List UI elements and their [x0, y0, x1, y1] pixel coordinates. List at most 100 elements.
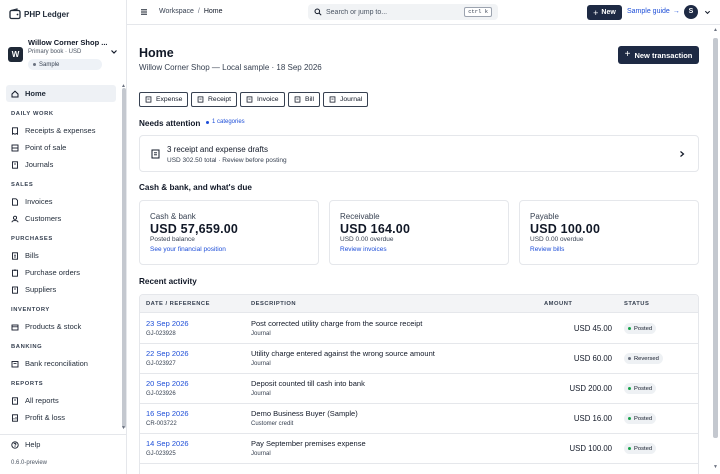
- search-bar[interactable]: ctrl k: [308, 4, 498, 20]
- search-input[interactable]: [326, 6, 456, 18]
- review-bills-link[interactable]: Review bills: [530, 246, 564, 253]
- main-scrollbar[interactable]: [713, 38, 718, 438]
- breadcrumb: Workspace / Home: [159, 8, 223, 15]
- row-amount: USD 16.00: [573, 414, 612, 423]
- sidebar-item-bills[interactable]: Bills: [6, 247, 116, 264]
- breadcrumb-current: Home: [203, 8, 223, 15]
- row-reference: GJ-023927: [146, 361, 176, 367]
- sidebar-item-invoices[interactable]: Invoices: [6, 193, 116, 210]
- sidebar-item-journals[interactable]: Journals: [6, 156, 116, 173]
- status-label: Posted: [634, 325, 653, 332]
- quick-receipt-button[interactable]: Receipt: [191, 92, 238, 107]
- receipt-icon: [197, 96, 204, 103]
- quick-bill-button[interactable]: Bill: [288, 92, 321, 107]
- sidebar-item-products[interactable]: Products & stock: [6, 318, 116, 335]
- receivable-card: Receivable USD 164.00 USD 0.00 overdue R…: [329, 200, 509, 265]
- page-subtitle: Willow Corner Shop — Local sample · 18 S…: [139, 63, 322, 72]
- scroll-down-icon[interactable]: ▼: [121, 425, 126, 431]
- column-header-amount: AMOUNT: [544, 301, 573, 307]
- avatar[interactable]: S: [684, 5, 698, 19]
- brand[interactable]: PHP Ledger: [9, 8, 69, 20]
- page-title: Home: [139, 46, 174, 60]
- menu-icon[interactable]: [140, 8, 148, 16]
- status-dot-icon: [628, 447, 631, 450]
- company-initial: W: [8, 47, 23, 62]
- sidebar-item-purchase-orders[interactable]: Purchase orders: [6, 264, 116, 281]
- badge-dot-icon: [206, 120, 209, 124]
- status-badge: Posted: [624, 323, 657, 334]
- stat-label: Payable: [530, 212, 559, 221]
- sidebar-item-customers[interactable]: Customers: [6, 210, 116, 227]
- help-link[interactable]: Help: [11, 440, 40, 449]
- sidebar-item-bank-reconciliation[interactable]: Bank reconciliation: [6, 355, 116, 372]
- cash-bank-card: Cash & bank USD 57,659.00 Posted balance…: [139, 200, 319, 265]
- chart-icon: [12, 413, 18, 422]
- sidebar-item-home[interactable]: Home: [6, 85, 116, 102]
- company-meta: Primary book · USD: [28, 49, 82, 55]
- sample-guide-label: Sample guide: [627, 8, 670, 15]
- chevron-down-icon[interactable]: [704, 9, 711, 16]
- quick-expense-button[interactable]: Expense: [139, 92, 189, 107]
- sidebar-item-suppliers[interactable]: Suppliers: [6, 281, 116, 298]
- stat-value: USD 100.00: [530, 222, 601, 236]
- receipt-icon: [145, 96, 152, 103]
- row-date-link[interactable]: 23 Sep 2026: [146, 319, 189, 328]
- sidebar-item-all-reports[interactable]: All reports: [6, 392, 116, 409]
- stat-label: Receivable: [340, 212, 380, 221]
- sidebar-item-label: Invoices: [25, 197, 53, 206]
- sidebar-item-profit-loss[interactable]: Profit & loss: [6, 409, 116, 426]
- column-header-date: DATE / REFERENCE: [146, 301, 210, 307]
- invoice-icon: [246, 96, 253, 103]
- scroll-down-icon[interactable]: ▼: [713, 464, 718, 470]
- row-amount: USD 60.00: [573, 354, 612, 363]
- nav-section-reports: REPORTS: [11, 381, 44, 387]
- quick-journal-button[interactable]: Journal: [323, 92, 369, 107]
- status-dot-icon: [628, 327, 631, 330]
- wallet-logo-icon: [9, 8, 21, 20]
- scroll-up-icon[interactable]: ▲: [713, 27, 718, 33]
- row-reference: GJ-023926: [146, 391, 176, 397]
- row-type: Journal: [251, 361, 271, 367]
- row-date-link[interactable]: 22 Sep 2026: [146, 349, 189, 358]
- sidebar-item-label: Customers: [25, 214, 62, 223]
- sidebar-scrollbar[interactable]: [122, 88, 126, 428]
- row-reference: CR-003722: [146, 421, 177, 427]
- attention-card-title: 3 receipt and expense drafts: [167, 145, 268, 154]
- attention-count-label: 1 categories: [212, 119, 245, 125]
- table-row[interactable]: 23 Sep 2026 GJ-023928 Post corrected uti…: [140, 314, 698, 344]
- row-date-link[interactable]: 14 Sep 2026: [146, 439, 189, 448]
- review-invoices-link[interactable]: Review invoices: [340, 246, 387, 253]
- new-button[interactable]: + New: [587, 5, 622, 20]
- users-icon: [11, 215, 19, 222]
- sidebar-item-pos[interactable]: Point of sale: [6, 139, 116, 156]
- row-amount: USD 100.00: [569, 444, 612, 453]
- sidebar-item-label: Home: [25, 89, 46, 98]
- table-row[interactable]: 20 Sep 2026 GJ-023926 Deposit counted ti…: [140, 374, 698, 404]
- table-row[interactable]: 14 Sep 2026 GJ-023925 Pay September prem…: [140, 434, 698, 464]
- new-transaction-button[interactable]: + New transaction: [618, 46, 699, 64]
- quick-invoice-label: Invoice: [257, 96, 279, 103]
- stat-note: USD 0.00 overdue: [340, 236, 394, 243]
- sidebar-item-receipts[interactable]: Receipts & expenses: [6, 122, 116, 139]
- attention-card[interactable]: 3 receipt and expense drafts USD 302.50 …: [139, 135, 699, 172]
- sample-guide-link[interactable]: Sample guide →: [627, 8, 680, 15]
- quick-invoice-button[interactable]: Invoice: [240, 92, 285, 107]
- financial-position-link[interactable]: See your financial position: [150, 246, 226, 253]
- attention-count-badge: 1 categories: [206, 119, 245, 125]
- document-icon: [151, 149, 160, 159]
- status-dot-icon: [628, 417, 631, 420]
- table-row[interactable]: 16 Sep 2026 CR-003722 Demo Business Buye…: [140, 404, 698, 434]
- bank-icon: [11, 360, 19, 367]
- sidebar-item-label: Profit & loss: [25, 413, 66, 422]
- sidebar-item-label: Purchase orders: [25, 268, 81, 277]
- status-label: Posted: [634, 415, 653, 422]
- quick-journal-label: Journal: [340, 96, 363, 103]
- attention-card-subtitle: USD 302.50 total · Review before posting: [167, 157, 287, 164]
- cash-section-title: Cash & bank, and what's due: [139, 183, 252, 192]
- table-row[interactable]: 22 Sep 2026 GJ-023927 Utility charge ent…: [140, 344, 698, 374]
- row-date-link[interactable]: 16 Sep 2026: [146, 409, 189, 418]
- row-date-link[interactable]: 20 Sep 2026: [146, 379, 189, 388]
- sidebar: PHP Ledger W Willow Corner Shop ... Prim…: [0, 0, 127, 474]
- search-icon: [314, 8, 322, 16]
- breadcrumb-workspace[interactable]: Workspace: [159, 8, 194, 15]
